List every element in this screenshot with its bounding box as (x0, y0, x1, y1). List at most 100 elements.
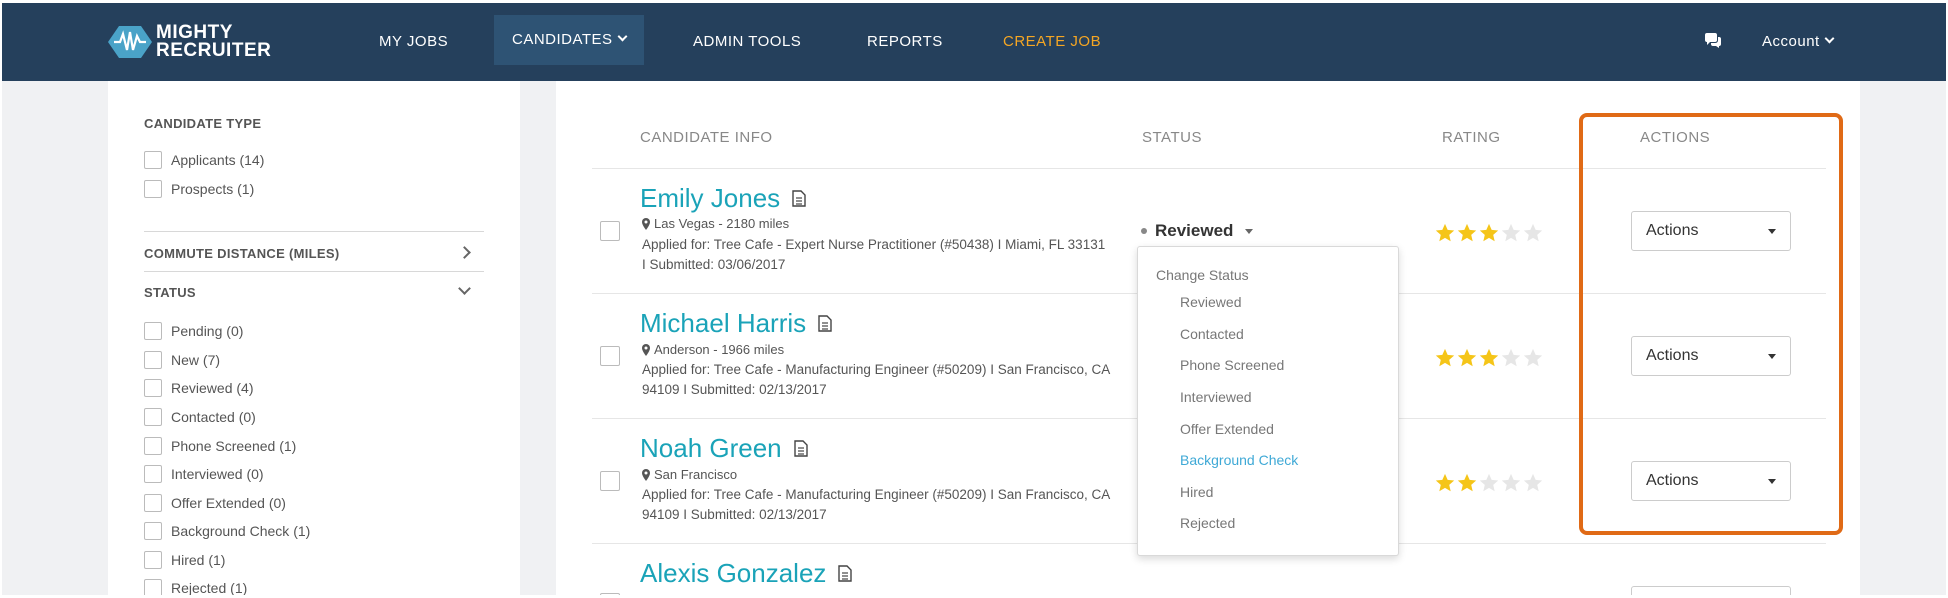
resume-document-icon[interactable] (793, 440, 808, 457)
row-checkbox[interactable] (600, 471, 620, 491)
filter-status-rejected[interactable]: Rejected (1) (144, 579, 247, 595)
checkbox[interactable] (144, 351, 162, 369)
candidate-location: San Francisco (642, 467, 737, 482)
star-filled-icon[interactable] (1456, 222, 1478, 244)
star-empty-icon[interactable] (1500, 222, 1522, 244)
checkbox[interactable] (144, 379, 162, 397)
nav-candidates-label: CANDIDATES (512, 31, 613, 48)
menu-item-contacted[interactable]: Contacted (1180, 326, 1244, 342)
filter-applicants[interactable]: Applicants (14) (144, 151, 264, 169)
filter-status-background-check[interactable]: Background Check (1) (144, 522, 310, 540)
resume-document-icon[interactable] (838, 565, 853, 582)
star-filled-icon[interactable] (1456, 347, 1478, 369)
commute-distance-heading[interactable]: COMMUTE DISTANCE (MILES) (144, 246, 339, 261)
star-filled-icon[interactable] (1478, 347, 1500, 369)
column-header-status: STATUS (1142, 129, 1202, 146)
star-empty-icon[interactable] (1522, 222, 1544, 244)
nav-admin-tools-label: ADMIN TOOLS (693, 33, 802, 50)
checkbox[interactable] (144, 322, 162, 340)
star-empty-icon[interactable] (1522, 347, 1544, 369)
menu-item-phone-screened[interactable]: Phone Screened (1180, 357, 1284, 373)
nav-my-jobs[interactable]: MY JOBS (379, 3, 448, 81)
menu-item-reviewed[interactable]: Reviewed (1180, 294, 1241, 310)
actions-dropdown-button[interactable] (1631, 586, 1791, 595)
top-nav: MIGHTY RECRUITER MY JOBS CANDIDATES ADMI… (2, 3, 1946, 81)
nav-candidates[interactable]: CANDIDATES (494, 15, 644, 65)
nav-reports[interactable]: REPORTS (867, 3, 943, 81)
checkbox[interactable] (144, 494, 162, 512)
star-filled-icon[interactable] (1478, 222, 1500, 244)
filter-count: (1) (279, 438, 297, 454)
filter-status-new[interactable]: New (7) (144, 351, 220, 369)
actions-column-highlight (1579, 113, 1843, 535)
filter-label: Interviewed (171, 466, 243, 482)
star-empty-icon[interactable] (1500, 347, 1522, 369)
status-heading[interactable]: STATUS (144, 285, 196, 300)
star-filled-icon[interactable] (1434, 222, 1456, 244)
checkbox[interactable] (144, 465, 162, 483)
map-pin-icon (642, 468, 650, 481)
filter-status-hired[interactable]: Hired (1) (144, 551, 225, 569)
filter-prospects[interactable]: Prospects (1) (144, 180, 254, 198)
star-filled-icon[interactable] (1456, 472, 1478, 494)
resume-document-icon[interactable] (818, 315, 832, 332)
candidate-name-link[interactable]: Michael Harris (640, 308, 832, 339)
chevron-right-icon[interactable] (458, 246, 471, 259)
candidate-name: Michael Harris (640, 308, 807, 338)
row-checkbox[interactable] (600, 221, 620, 241)
row-checkbox[interactable] (600, 346, 620, 366)
filter-label: Background Check (171, 523, 290, 539)
menu-item-interviewed[interactable]: Interviewed (1180, 389, 1252, 405)
star-filled-icon[interactable] (1434, 472, 1456, 494)
star-empty-icon[interactable] (1522, 472, 1544, 494)
filter-status-pending[interactable]: Pending (0) (144, 322, 243, 340)
nav-admin-tools[interactable]: ADMIN TOOLS (693, 3, 801, 81)
candidate-name-link[interactable]: Emily Jones (640, 183, 806, 214)
filter-count: (0) (268, 495, 286, 511)
map-pin-icon (642, 343, 650, 356)
row-checkbox[interactable] (600, 593, 620, 595)
checkbox[interactable] (144, 522, 162, 540)
filter-label: New (171, 352, 200, 368)
menu-item-rejected[interactable]: Rejected (1180, 515, 1235, 531)
star-empty-icon[interactable] (1500, 472, 1522, 494)
filter-status-interviewed[interactable]: Interviewed (0) (144, 465, 264, 483)
star-rating[interactable] (1434, 472, 1544, 494)
chevron-down-icon[interactable] (458, 282, 471, 295)
nav-create-job[interactable]: CREATE JOB (1003, 3, 1101, 81)
filter-status-phone-screened[interactable]: Phone Screened (1) (144, 437, 296, 455)
candidate-name-link[interactable]: Alexis Gonzalez (640, 558, 853, 589)
candidate-location: Anderson - 1966 miles (642, 342, 784, 357)
filter-count: (1) (230, 580, 248, 595)
logo[interactable]: MIGHTY RECRUITER (108, 21, 271, 63)
filter-status-offer-extended[interactable]: Offer Extended (0) (144, 494, 286, 512)
star-rating[interactable] (1434, 222, 1544, 244)
checkbox[interactable] (144, 180, 162, 198)
menu-item-background-check[interactable]: Background Check (1180, 452, 1298, 468)
checkbox[interactable] (144, 408, 162, 426)
checkbox[interactable] (144, 551, 162, 569)
menu-item-hired[interactable]: Hired (1180, 484, 1213, 500)
application-detail: Applied for: Tree Cafe - Manufacturing E… (642, 362, 1110, 397)
account-menu[interactable]: Account (1762, 3, 1835, 81)
candidate-name-link[interactable]: Noah Green (640, 433, 808, 464)
menu-item-offer-extended[interactable]: Offer Extended (1180, 421, 1274, 437)
location-text: Las Vegas - 2180 miles (654, 216, 790, 231)
candidate-name: Emily Jones (640, 183, 781, 213)
filter-status-contacted[interactable]: Contacted (0) (144, 408, 256, 426)
filter-sidebar: CANDIDATE TYPE Applicants (14) Prospects… (108, 81, 520, 595)
star-filled-icon[interactable] (1434, 347, 1456, 369)
chat-bubbles-icon[interactable] (1704, 33, 1722, 49)
checkbox[interactable] (144, 437, 162, 455)
nav-create-job-label: CREATE JOB (1003, 33, 1102, 50)
status-dropdown[interactable]: Reviewed (1141, 221, 1254, 241)
checkbox[interactable] (144, 151, 162, 169)
change-status-menu: Change Status Reviewed Contacted Phone S… (1137, 246, 1399, 556)
resume-document-icon[interactable] (792, 190, 806, 207)
star-rating[interactable] (1434, 347, 1544, 369)
filter-label: Hired (171, 552, 205, 568)
checkbox[interactable] (144, 579, 162, 595)
star-empty-icon[interactable] (1478, 472, 1500, 494)
logo-text: MIGHTY RECRUITER (156, 23, 271, 60)
filter-status-reviewed[interactable]: Reviewed (4) (144, 379, 254, 397)
